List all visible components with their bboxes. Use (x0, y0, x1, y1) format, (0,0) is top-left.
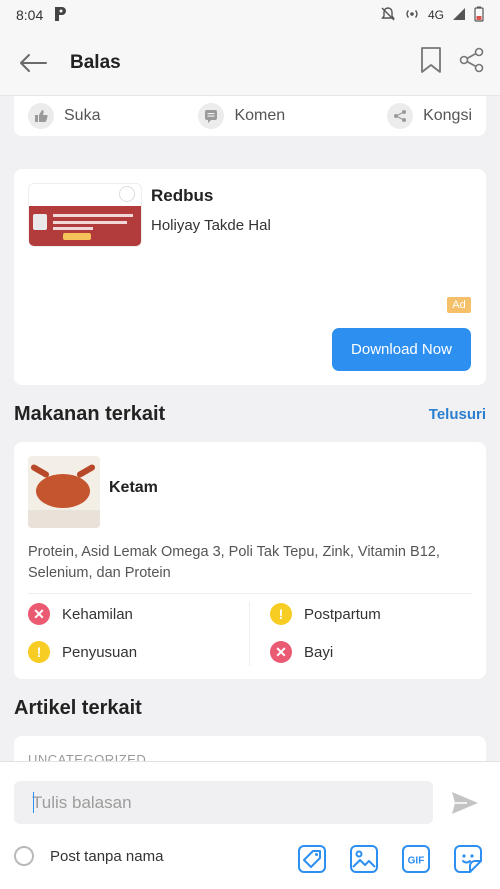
food-image (28, 456, 100, 528)
svg-text:GIF: GIF (408, 856, 425, 867)
status-bar: 8:04 4G (0, 0, 500, 30)
comment-label: Komen (234, 107, 286, 124)
hotspot-icon (404, 6, 420, 25)
comment-icon (198, 103, 225, 129)
network-type: 4G (427, 8, 444, 22)
reply-composer: Post tanpa nama GIF (0, 761, 500, 889)
download-now-button[interactable]: Download Now (332, 328, 471, 371)
safety-item-baby: ✕ Bayi (270, 641, 333, 663)
sticker-icon (454, 845, 482, 873)
ad-image (28, 183, 142, 247)
ad-title: Redbus (151, 186, 214, 205)
share-label: Kongsi (423, 107, 472, 124)
divider (249, 602, 250, 666)
arrow-left-icon (20, 53, 47, 72)
safety-item-pregnancy: ✕ Kehamilan (28, 603, 133, 625)
not-safe-icon: ✕ (28, 603, 50, 625)
safety-label: Penyusuan (62, 643, 138, 661)
share-button[interactable] (458, 46, 486, 79)
share-icon (387, 103, 414, 129)
ad-card[interactable]: Redbus Holiyay Takde Hal Ad Download Now (14, 169, 486, 385)
browse-link[interactable]: Telusuri (429, 406, 486, 423)
signal-icon (452, 7, 466, 24)
reaction-bar: Suka Komen Kongsi (14, 96, 486, 136)
page-title: Balas (70, 51, 121, 73)
battery-icon (474, 6, 484, 25)
ad-badge: Ad (447, 297, 471, 313)
not-safe-icon: ✕ (270, 641, 292, 663)
safety-item-postpartum: ! Postpartum (270, 603, 381, 625)
food-nutrients: Protein, Asid Lemak Omega 3, Poli Tak Te… (28, 544, 440, 581)
text-cursor (33, 792, 34, 813)
tag-icon (298, 845, 326, 873)
tag-button[interactable] (297, 844, 327, 874)
send-button[interactable] (447, 786, 483, 820)
share-post-button[interactable]: Kongsi (387, 103, 472, 129)
send-icon (452, 792, 478, 814)
bookmark-icon (421, 47, 441, 73)
sticker-button[interactable] (453, 844, 483, 874)
ad-subtitle: Holiyay Takde Hal (151, 217, 271, 234)
status-time: 8:04 (16, 7, 44, 23)
mute-icon (380, 6, 396, 25)
safety-label: Postpartum (304, 605, 381, 623)
caution-icon: ! (28, 641, 50, 663)
back-button[interactable] (0, 30, 66, 96)
anonymous-radio[interactable] (14, 846, 34, 866)
gif-button[interactable]: GIF (401, 844, 431, 874)
like-button[interactable]: Suka (28, 103, 100, 129)
safety-item-breastfeeding: ! Penyusuan (28, 641, 137, 663)
bookmark-button[interactable] (420, 46, 442, 79)
safety-label: Bayi (304, 643, 334, 661)
divider (28, 593, 472, 594)
like-label: Suka (64, 107, 101, 124)
related-food-heading: Makanan terkait (14, 402, 166, 425)
gif-icon: GIF (402, 845, 430, 873)
reply-input[interactable] (14, 781, 433, 824)
related-articles-header: Artikel terkait (14, 694, 486, 722)
share-icon (459, 47, 484, 73)
app-bar: Balas (0, 30, 500, 96)
food-card[interactable]: Ketam Protein, Asid Lemak Omega 3, Poli … (14, 442, 486, 679)
image-icon (350, 845, 378, 873)
anonymous-toggle[interactable]: Post tanpa nama (14, 846, 163, 866)
comment-button[interactable]: Komen (198, 103, 285, 129)
caution-icon: ! (270, 603, 292, 625)
notification-app-icon (53, 6, 67, 25)
related-food-header: Makanan terkait Telusuri (14, 400, 486, 428)
thumbs-up-icon (28, 103, 54, 129)
food-name: Ketam (109, 479, 158, 496)
related-articles-heading: Artikel terkait (14, 696, 142, 719)
safety-label: Kehamilan (62, 605, 133, 623)
anonymous-label: Post tanpa nama (50, 847, 164, 865)
image-button[interactable] (349, 844, 379, 874)
